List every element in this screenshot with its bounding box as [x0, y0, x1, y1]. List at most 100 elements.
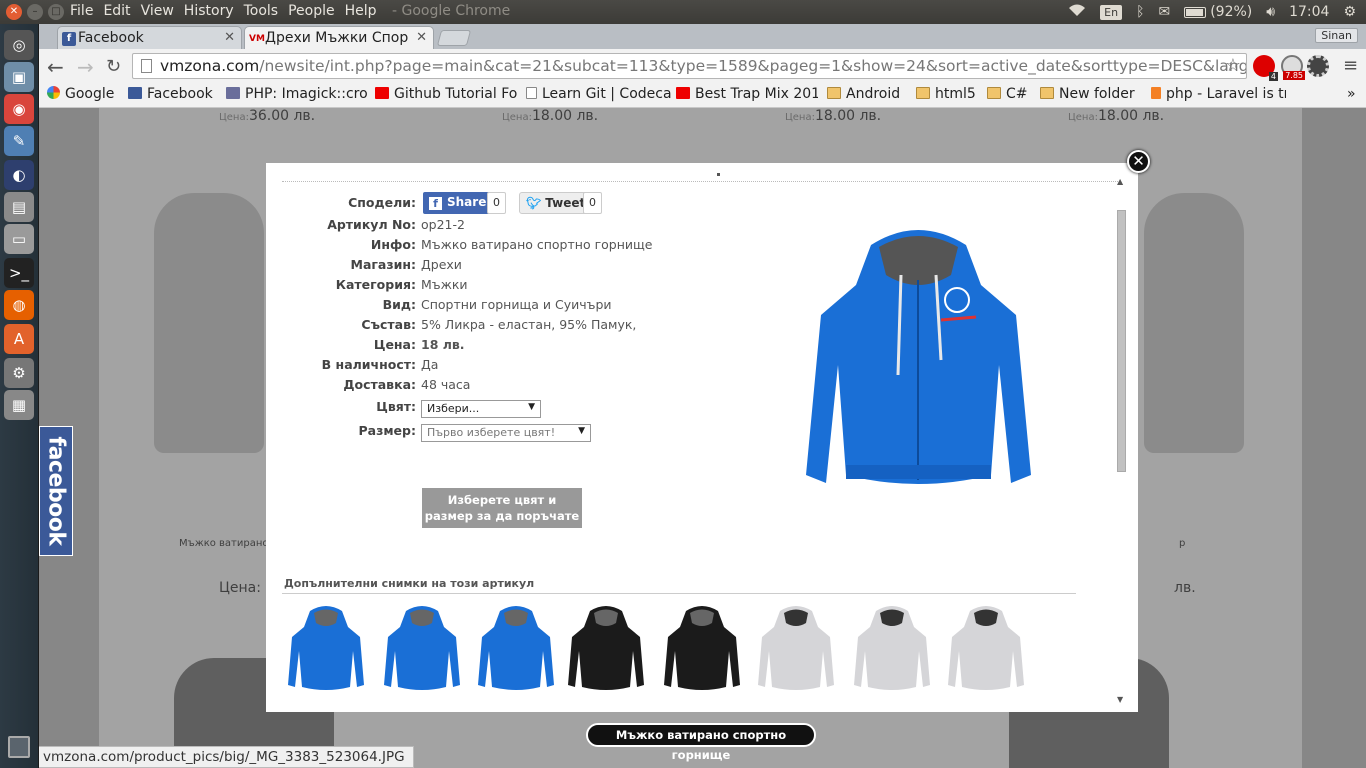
software-center-icon[interactable]: A	[4, 324, 34, 354]
facebook-side-tab[interactable]: facebook	[39, 426, 73, 556]
menu-edit[interactable]: Edit	[103, 3, 130, 19]
new-tab-button[interactable]	[436, 30, 472, 46]
settings-gear-icon[interactable]: ⚙	[1343, 4, 1356, 20]
product-thumbnail[interactable]	[476, 605, 556, 693]
file-manager-icon[interactable]: ▤	[4, 192, 34, 222]
scrollbar-thumb[interactable]	[1117, 210, 1126, 472]
menu-view[interactable]: View	[141, 3, 174, 19]
tab-vmzona[interactable]: VM Дрехи Мъжки Спор ✕	[244, 26, 434, 49]
reload-icon[interactable]: ↻	[106, 56, 121, 77]
order-button[interactable]: Изберете цвят и размер за да поръчате	[422, 488, 582, 528]
wifi-icon[interactable]	[1068, 3, 1086, 21]
url-host: vmzona.com	[160, 57, 260, 75]
adblock-icon[interactable]: 4	[1253, 55, 1278, 81]
product-main-image[interactable]	[801, 225, 1036, 497]
modal-scrollbar[interactable]: ▲ ▼	[1115, 177, 1128, 704]
window-close-icon[interactable]: ✕	[6, 4, 22, 20]
product-image[interactable]	[1144, 193, 1244, 453]
terminal-icon[interactable]: >_	[4, 258, 34, 288]
product-name[interactable]: р	[1179, 538, 1185, 549]
product-name[interactable]: Мъжко ватирано с	[179, 538, 277, 549]
battery-indicator[interactable]: (92%)	[1184, 4, 1252, 20]
product-thumbnail[interactable]	[852, 605, 932, 693]
product-thumbnail[interactable]	[286, 605, 366, 693]
facebook-side-tab-label: facebook	[43, 436, 69, 546]
calculator-icon[interactable]: ▦	[4, 390, 34, 420]
text-editor-icon[interactable]: ✎	[4, 126, 34, 156]
forward-arrow-icon[interactable]: →	[77, 55, 94, 79]
film-icon[interactable]	[1307, 55, 1329, 77]
detail-label: Инфо:	[370, 237, 416, 252]
detail-label: Вид:	[382, 297, 416, 312]
dash-icon[interactable]: ◎	[4, 30, 34, 60]
facebook-share-button[interactable]: f Share	[423, 192, 494, 214]
tab-close-icon[interactable]: ✕	[224, 30, 235, 45]
clock[interactable]: 17:04	[1289, 4, 1329, 20]
system-top-panel: ✕ – □ File Edit View History Tools Peopl…	[0, 0, 1366, 24]
color-select[interactable]: Избери... ▼	[421, 400, 541, 418]
menu-history[interactable]: History	[184, 3, 234, 19]
bookmark-folder-android[interactable]: Android	[827, 86, 900, 102]
product-image[interactable]	[154, 193, 264, 453]
keyboard-layout[interactable]: En	[1100, 4, 1123, 20]
volume-icon[interactable]: 🔊︎	[1266, 4, 1275, 20]
bookmark-google[interactable]: Google	[47, 86, 114, 102]
chrome-menu-icon[interactable]: ≡	[1343, 55, 1358, 76]
bookmark-label: Best Trap Mix 201	[695, 86, 818, 102]
address-bar[interactable]: vmzona.com/newsite/int.php?page=main&cat…	[132, 53, 1247, 79]
youtube-icon	[676, 87, 690, 99]
bookmark-folder-csharp[interactable]: C#	[987, 86, 1028, 102]
system-settings-icon[interactable]: ⚙	[4, 358, 34, 388]
product-thumbnail[interactable]	[662, 605, 742, 693]
detail-value: 48 часа	[421, 377, 471, 392]
menu-file[interactable]: File	[70, 3, 93, 19]
scroll-down-arrow-icon[interactable]: ▼	[1117, 695, 1123, 704]
trash-icon[interactable]	[8, 736, 30, 758]
bookmark-facebook[interactable]: Facebook	[128, 86, 213, 102]
divider	[282, 593, 1076, 594]
chrome-icon[interactable]: ◉	[4, 94, 34, 124]
menu-tools[interactable]: Tools	[244, 3, 279, 19]
bookmark-learn-git[interactable]: Learn Git | Codeca	[526, 86, 676, 102]
eclipse-icon[interactable]: ◐	[4, 160, 34, 190]
folder-icon	[916, 87, 930, 99]
menu-help[interactable]: Help	[345, 3, 377, 19]
files-cube-icon[interactable]: ▣	[4, 62, 34, 92]
bookmark-trap-mix[interactable]: Best Trap Mix 201	[676, 86, 818, 102]
window-maximize-icon[interactable]: □	[48, 4, 64, 20]
browser-toolbar: ← → ↻ vmzona.com/newsite/int.php?page=ma…	[39, 49, 1366, 84]
tab-facebook[interactable]: f Facebook ✕	[57, 26, 242, 49]
bookmark-label: Google	[65, 86, 115, 102]
modal-close-icon[interactable]: ✕	[1127, 150, 1150, 173]
disk-icon[interactable]: ▭	[4, 224, 34, 254]
detail-label: Цена:	[373, 337, 416, 352]
product-thumbnail[interactable]	[566, 605, 646, 693]
bluetooth-icon[interactable]: ᛒ	[1136, 4, 1144, 20]
page-icon	[141, 59, 152, 73]
product-thumbnail[interactable]	[946, 605, 1026, 693]
back-arrow-icon[interactable]: ←	[47, 55, 64, 79]
firefox-icon[interactable]: ◍	[4, 290, 34, 320]
dropdown-arrow-icon: ▼	[578, 426, 585, 436]
size-select[interactable]: Първо изберете цвят! ▼	[421, 424, 591, 442]
profile-button[interactable]: Sinan	[1315, 28, 1358, 43]
bookmark-php[interactable]: PHP: Imagick::cro	[226, 86, 368, 102]
detail-row: Артикул No: op21-2	[266, 217, 666, 237]
product-thumbnail[interactable]	[382, 605, 462, 693]
bookmarks-overflow-icon[interactable]: »	[1347, 86, 1356, 102]
bookmark-folder-new[interactable]: New folder	[1040, 86, 1135, 102]
scroll-up-arrow-icon[interactable]: ▲	[1117, 177, 1123, 186]
bookmark-star-icon[interactable]: ☆	[1225, 54, 1241, 78]
bookmark-laravel[interactable]: php - Laravel is tr	[1151, 86, 1286, 102]
bookmark-folder-html5[interactable]: html5	[916, 86, 976, 102]
mail-icon[interactable]: ✉	[1158, 4, 1170, 20]
menu-people[interactable]: People	[288, 3, 335, 19]
detail-row: Вид: Спортни горнища и Суичъри	[266, 297, 666, 317]
detail-label: Състав:	[361, 317, 416, 332]
tab-close-icon[interactable]: ✕	[416, 30, 427, 45]
window-minimize-icon[interactable]: –	[27, 4, 43, 20]
bookmark-github-tutorial[interactable]: Github Tutorial Fo	[375, 86, 535, 102]
product-thumbnail[interactable]	[756, 605, 836, 693]
speed-icon[interactable]: 7.85	[1281, 55, 1305, 80]
detail-value: Дрехи	[421, 257, 462, 272]
